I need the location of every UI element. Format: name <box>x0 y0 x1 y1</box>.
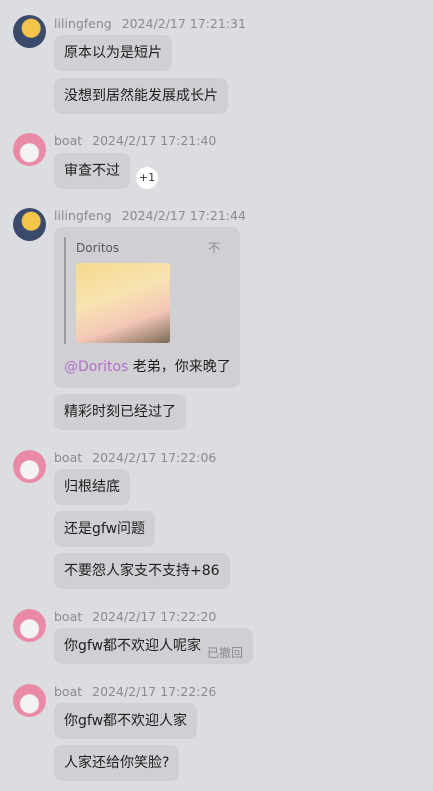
reaction-badge[interactable]: +1 <box>136 167 158 189</box>
sender-name[interactable]: lilingfeng <box>54 16 112 31</box>
quote-bar <box>64 237 66 344</box>
quote-icon: 不 <box>207 241 220 255</box>
sender-name[interactable]: boat <box>54 609 82 624</box>
avatar[interactable] <box>13 684 46 717</box>
recalled-status: 已撤回 <box>207 646 244 660</box>
sender-name[interactable]: boat <box>54 450 82 465</box>
reply-text: @Doritos 老弟，你来晚了 <box>64 356 231 376</box>
avatar[interactable] <box>13 208 46 241</box>
message-bubble[interactable]: 原本以为是短片 <box>54 35 172 71</box>
timestamp: 2024/2/17 17:22:20 <box>92 609 217 624</box>
message-bubble[interactable]: 不要怨人家支不支持+86 <box>54 553 230 589</box>
message-header: lilingfeng 2024/2/17 17:21:31 <box>54 16 246 31</box>
reply-message-card[interactable]: Doritos 不 @Doritos 老弟，你来晚了 <box>54 227 240 388</box>
message-bubble[interactable]: 精彩时刻已经过了 <box>54 394 186 430</box>
mention-link[interactable]: @Doritos <box>64 359 128 375</box>
avatar[interactable] <box>13 133 46 166</box>
avatar[interactable] <box>13 450 46 483</box>
reply-body: 老弟，你来晚了 <box>128 359 231 375</box>
message-bubble[interactable]: 你gfw都不欢迎人家 <box>54 703 198 739</box>
quoted-sender[interactable]: Doritos <box>76 241 119 255</box>
message-bubble[interactable]: 审查不过 <box>54 153 130 189</box>
message-text: 你gfw都不欢迎人呢家 <box>64 638 202 654</box>
message-bubble[interactable]: 归根结底 <box>54 469 130 505</box>
timestamp: 2024/2/17 17:22:26 <box>92 684 217 699</box>
timestamp: 2024/2/17 17:22:06 <box>92 450 217 465</box>
message-bubble[interactable]: 没想到居然能发展成长片 <box>54 78 228 114</box>
message-header: lilingfeng 2024/2/17 17:21:44 <box>54 208 246 223</box>
timestamp: 2024/2/17 17:21:31 <box>121 16 246 31</box>
sender-name[interactable]: boat <box>54 133 82 148</box>
timestamp: 2024/2/17 17:21:40 <box>92 133 217 148</box>
message-header: boat 2024/2/17 17:22:26 <box>54 684 216 699</box>
message-bubble[interactable]: 还是gfw问题 <box>54 511 156 547</box>
message-header: boat 2024/2/17 17:22:20 <box>54 609 216 624</box>
sender-name[interactable]: lilingfeng <box>54 208 112 223</box>
avatar[interactable] <box>13 15 46 48</box>
avatar[interactable] <box>13 609 46 642</box>
timestamp: 2024/2/17 17:21:44 <box>121 208 246 223</box>
message-header: boat 2024/2/17 17:22:06 <box>54 450 216 465</box>
quoted-image[interactable] <box>76 263 170 343</box>
sender-name[interactable]: boat <box>54 684 82 699</box>
message-header: boat 2024/2/17 17:21:40 <box>54 133 216 148</box>
message-bubble[interactable]: 人家还给你笑脸? <box>54 745 180 781</box>
